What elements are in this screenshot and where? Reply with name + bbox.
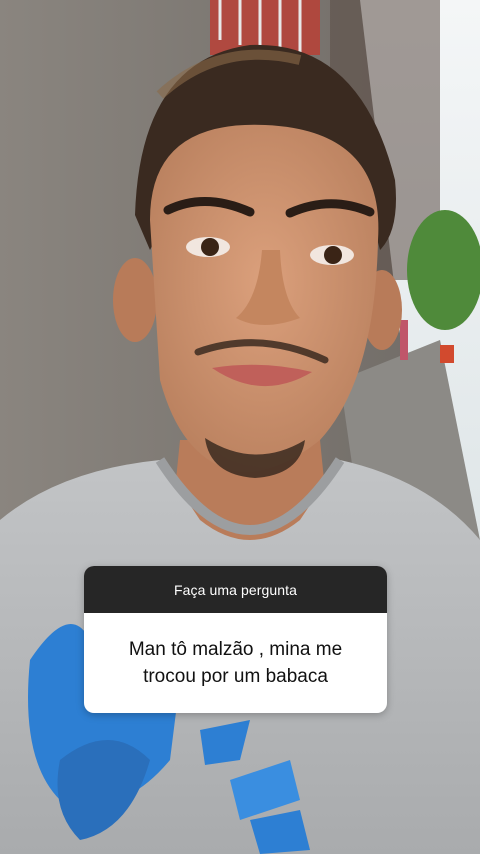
- pedestrian: [400, 320, 408, 360]
- answer-line-2: trocou por um babaca: [143, 666, 328, 687]
- left-iris: [201, 238, 219, 256]
- red-object: [440, 345, 454, 363]
- question-sticker[interactable]: Faça uma pergunta Man tô malzão , mina m…: [84, 566, 387, 713]
- right-iris: [324, 246, 342, 264]
- tree: [407, 210, 480, 330]
- question-sticker-answer: Man tô malzão , mina me trocou por um ba…: [84, 613, 387, 713]
- story-frame: Faça uma pergunta Man tô malzão , mina m…: [0, 0, 480, 854]
- selfie-photo: [0, 0, 480, 854]
- left-ear: [113, 258, 157, 342]
- answer-line-1: Man tô malzão , mina me: [128, 639, 343, 660]
- question-sticker-header: Faça uma pergunta: [84, 566, 387, 613]
